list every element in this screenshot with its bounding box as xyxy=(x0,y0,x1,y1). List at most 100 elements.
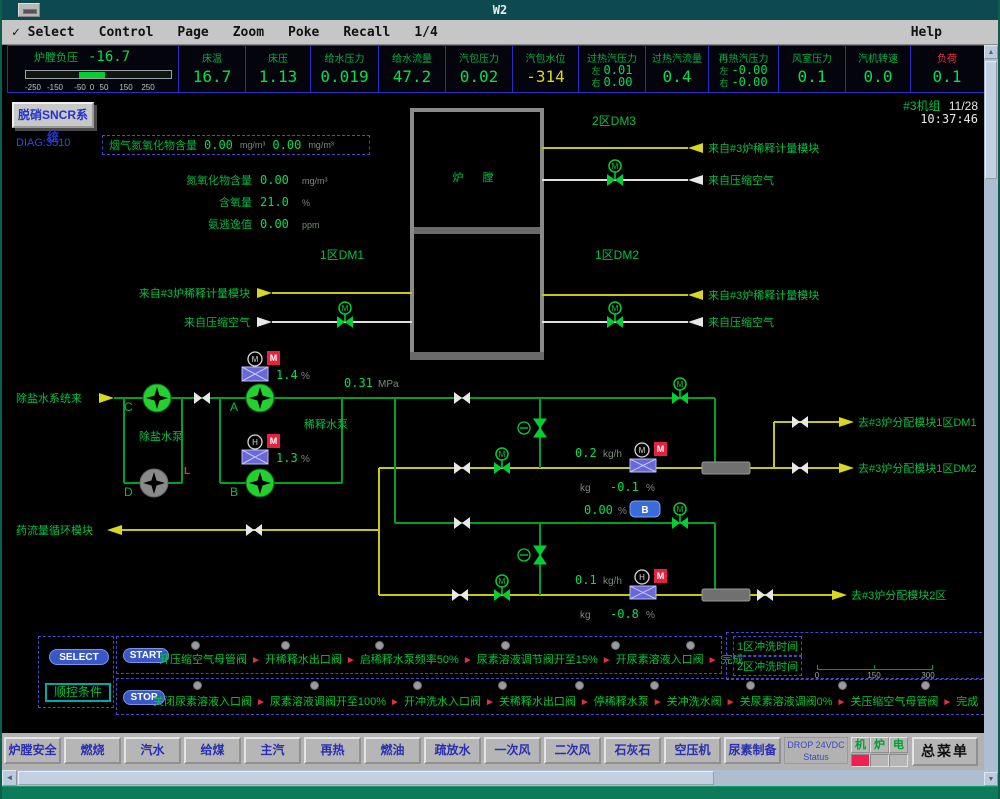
window-bottom-frame xyxy=(2,786,998,799)
step-status-dot xyxy=(650,681,659,690)
from-air-label: 来自压缩空气 xyxy=(708,173,774,187)
static-mixer-zone2 xyxy=(702,589,750,601)
drop-status-button[interactable]: DROP 24VDC Status xyxy=(784,737,848,764)
manual-valve[interactable] xyxy=(194,392,210,404)
page-nav-bar: 炉膛安全 燃烧 汽水 给煤 主汽 再热 燃油 疏放水 一次风 二次风 石灰石 空… xyxy=(2,733,998,770)
flue-nox-value-2: 0.00 xyxy=(272,138,301,152)
nav-fuel-oil[interactable]: 燃油 xyxy=(364,737,421,764)
demin-pump-label: 除盐水泵 xyxy=(139,429,183,443)
sncr-system-button[interactable]: 脱硝SNCR系统 xyxy=(12,102,94,128)
nav-urea-prep[interactable]: 尿素制备 xyxy=(724,737,781,764)
horizontal-scrollbar[interactable]: ◄ xyxy=(2,770,988,786)
slider-tick xyxy=(874,665,875,670)
menu-control[interactable]: Control xyxy=(99,25,154,40)
from-dilution-label: 来自#3炉稀释计量模块 xyxy=(139,287,250,300)
manual-valve[interactable] xyxy=(792,416,808,428)
control-valve[interactable] xyxy=(534,419,546,437)
slider-tick xyxy=(817,665,818,670)
actuator1-unit: % xyxy=(301,371,310,382)
nav-main-steam[interactable]: 主汽 xyxy=(244,737,301,764)
nav-primary-air[interactable]: 一次风 xyxy=(484,737,541,764)
m-alarm-letter: M xyxy=(270,353,278,363)
cell-label: 过热汽流量 xyxy=(652,50,702,65)
vertical-scrollbar[interactable]: ▲ ▼ xyxy=(984,45,998,786)
dilution-pump-b[interactable] xyxy=(246,469,274,497)
unit-indicator-tiles: 机 炉 电 xyxy=(851,737,909,768)
menu-select[interactable]: ✓ Select xyxy=(12,25,75,40)
flue-nox-unit-1: mg/m³ xyxy=(240,140,266,150)
step-status-dot xyxy=(575,681,584,690)
zone2-flush-time-label: 2区冲洗时间 xyxy=(733,656,802,676)
manual-valve[interactable] xyxy=(757,589,773,601)
sequence-condition-button[interactable]: 顺控条件 xyxy=(45,683,111,702)
indicator-boiler[interactable]: 炉 xyxy=(870,737,889,753)
h-instrument-letter: H xyxy=(252,438,258,447)
manual-valve[interactable] xyxy=(452,589,468,601)
pump-c-label: C xyxy=(124,400,133,414)
manual-valve[interactable] xyxy=(454,462,470,474)
start-sequence-steps: 开压缩空气母管阀 开稀释水出口阀 启稀释水泵频率50% 尿素溶液调节阀开至15%… xyxy=(159,651,752,667)
o2-value: 21.0 xyxy=(260,195,294,209)
title-bar: W2 xyxy=(2,0,998,20)
motor-valve-m: M xyxy=(342,304,349,313)
gauge-tick-label: 250 xyxy=(141,83,154,92)
stop-sequence-steps: 关闭尿素溶液入口阀 尿素溶液调阀开至100% 开冲洗水入口阀 关稀释水出口阀 停… xyxy=(153,693,986,709)
zone1-dm2-label: 1区DM2 xyxy=(595,248,639,262)
nav-drain[interactable]: 疏放水 xyxy=(424,737,481,764)
o2-unit: % xyxy=(302,198,310,208)
nav-steam-water[interactable]: 汽水 xyxy=(124,737,181,764)
demin-pump-c[interactable] xyxy=(143,384,171,412)
select-button[interactable]: SELECT xyxy=(49,649,109,665)
motor-valve-m: M xyxy=(612,162,619,171)
superheat-flow-cell: 过热汽流量 0.4 xyxy=(645,46,708,92)
drum-level-cell: 汽包水位 -314 xyxy=(512,46,578,92)
nav-furnace-safety[interactable]: 炉膛安全 xyxy=(4,737,61,764)
flow1-value: 0.2 xyxy=(575,446,597,460)
nav-reheat[interactable]: 再热 xyxy=(304,737,361,764)
indicator-electric-status xyxy=(889,754,908,767)
nav-limestone[interactable]: 石灰石 xyxy=(604,737,661,764)
control-valve[interactable] xyxy=(534,546,546,564)
gauge-label: 炉膛负压 xyxy=(34,49,78,65)
menu-zoom[interactable]: Zoom xyxy=(233,25,264,40)
flow2-deviation: -0.8 xyxy=(610,607,639,621)
cell-value: 0.0 xyxy=(864,67,893,86)
menu-poke[interactable]: Poke xyxy=(288,25,319,40)
indicator-electric[interactable]: 电 xyxy=(889,737,908,753)
dilution-pump-a[interactable] xyxy=(246,384,274,412)
vertical-scrollbar-thumb[interactable] xyxy=(985,61,997,179)
gauge-tick-label: -250 xyxy=(25,83,41,92)
manual-valve[interactable] xyxy=(454,392,470,404)
demin-source-label: 除盐水系统来 xyxy=(16,391,82,405)
nav-coal-feed[interactable]: 给煤 xyxy=(184,737,241,764)
manual-valve[interactable] xyxy=(246,524,262,536)
scroll-left-arrow-icon[interactable]: ◄ xyxy=(2,770,17,786)
flow1-total-unit: kg xyxy=(580,483,591,494)
horizontal-scrollbar-thumb[interactable] xyxy=(18,771,714,785)
menu-page[interactable]: Page xyxy=(177,25,208,40)
stop-step: 关冲洗水阀 xyxy=(667,693,740,709)
gauge-tick-label: 0 xyxy=(90,83,94,92)
menu-help[interactable]: Help xyxy=(911,25,942,40)
demin-pump-d[interactable] xyxy=(140,469,168,497)
nox-value: 0.00 xyxy=(260,173,294,187)
indicator-turbine-status xyxy=(851,754,870,767)
flow2-total-unit: kg xyxy=(580,610,591,621)
manual-valve[interactable] xyxy=(792,462,808,474)
main-menu-button[interactable]: 总菜单 xyxy=(912,737,978,766)
bias-unit: % xyxy=(618,506,627,517)
indicator-turbine[interactable]: 机 xyxy=(851,737,870,753)
step-status-dot xyxy=(746,681,755,690)
gauge-value: -16.7 xyxy=(88,49,130,65)
scroll-up-arrow-icon[interactable]: ▲ xyxy=(984,45,998,59)
step-status-dot xyxy=(501,641,510,650)
diag-number: DIAG:3510 xyxy=(16,137,70,149)
manual-valve[interactable] xyxy=(454,517,470,529)
nav-air-compressor[interactable]: 空压机 xyxy=(664,737,721,764)
scroll-down-arrow-icon[interactable]: ▼ xyxy=(984,772,998,786)
nav-secondary-air[interactable]: 二次风 xyxy=(544,737,601,764)
step-status-dot xyxy=(413,681,422,690)
nav-combustion[interactable]: 燃烧 xyxy=(64,737,121,764)
step-status-dot xyxy=(921,681,930,690)
menu-recall[interactable]: Recall xyxy=(343,25,390,40)
